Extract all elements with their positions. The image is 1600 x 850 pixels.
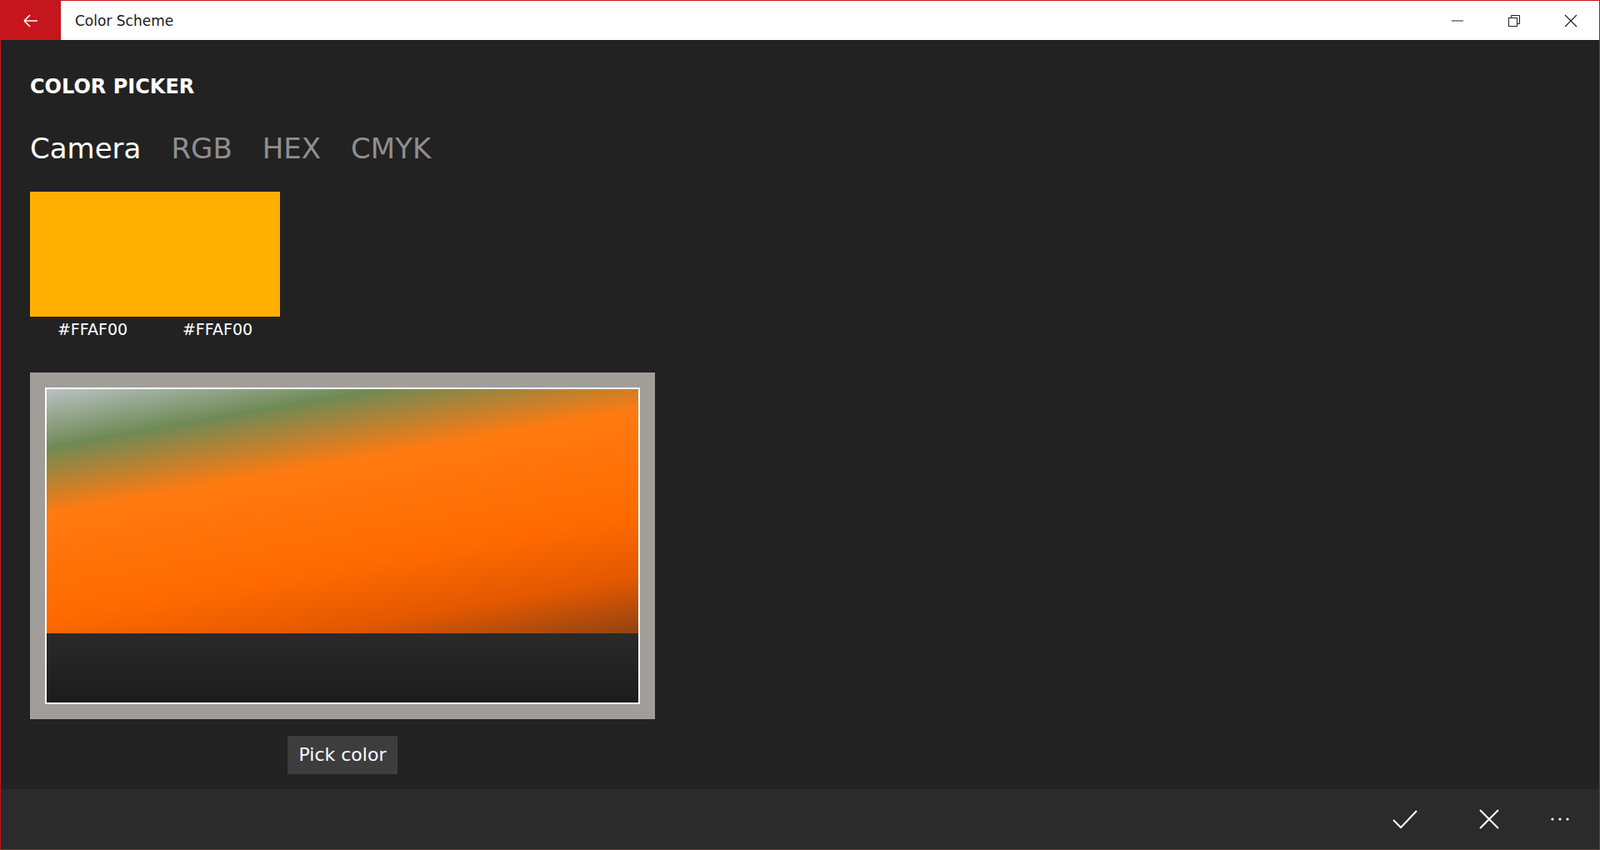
- close-icon: [1564, 14, 1578, 28]
- camera-image[interactable]: [45, 387, 640, 705]
- swatch: #FFAF00: [155, 191, 280, 340]
- command-bar: [0, 789, 1600, 850]
- window-title: Color Scheme: [75, 12, 1430, 30]
- swatch-hex: #FFAF00: [57, 319, 128, 340]
- more-button[interactable]: [1530, 789, 1590, 850]
- minimize-icon: [1451, 15, 1464, 26]
- minimize-button[interactable]: [1429, 0, 1486, 40]
- pick-row: Pick color: [30, 735, 655, 775]
- pick-color-button[interactable]: Pick color: [287, 735, 399, 775]
- back-button[interactable]: [0, 0, 61, 40]
- tab-bar: Camera RGB HEX CMYK: [30, 131, 431, 165]
- window-controls: [1429, 0, 1600, 40]
- check-icon: [1392, 809, 1418, 830]
- ellipsis-icon: [1550, 816, 1570, 822]
- cancel-icon: [1479, 809, 1500, 830]
- tab[interactable]: CMYK: [350, 131, 431, 165]
- title-bar: Color Scheme: [0, 0, 1600, 40]
- page-heading: COLOR PICKER: [30, 75, 195, 99]
- swatch-hex: #FFAF00: [182, 319, 253, 340]
- swatch-fill: [155, 191, 280, 317]
- back-arrow-icon: [22, 13, 40, 29]
- close-button[interactable]: [1542, 0, 1600, 40]
- camera-frame: [30, 372, 655, 720]
- tab[interactable]: RGB: [170, 131, 232, 165]
- tab[interactable]: Camera: [30, 131, 141, 165]
- swatch-fill: [30, 191, 155, 317]
- swatch: #FFAF00: [30, 191, 155, 340]
- tab[interactable]: HEX: [262, 131, 321, 165]
- accept-button[interactable]: [1362, 789, 1447, 850]
- color-swatches: #FFAF00 #FFAF00: [30, 191, 280, 340]
- cancel-button[interactable]: [1446, 789, 1531, 850]
- restore-icon: [1508, 15, 1520, 27]
- content-area: COLOR PICKERCameraRGBHEXCMYK#FFAF00#FFAF…: [0, 40, 1600, 790]
- restore-button[interactable]: [1485, 0, 1543, 40]
